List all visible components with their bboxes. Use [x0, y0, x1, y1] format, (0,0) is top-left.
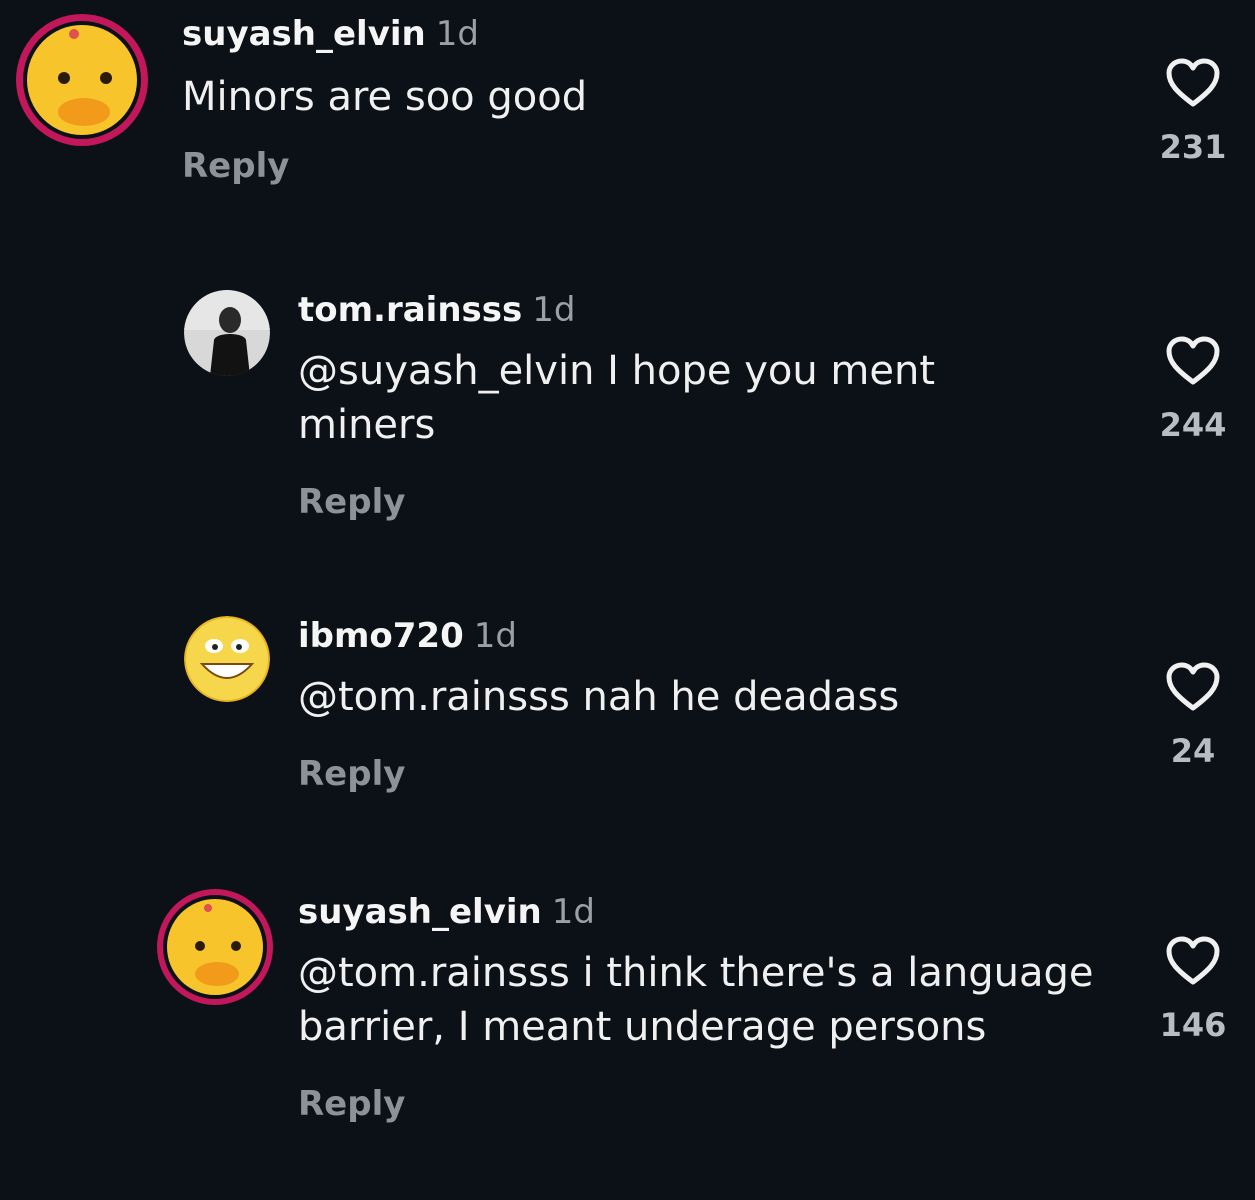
timestamp: 1d	[532, 290, 576, 330]
avatar[interactable]	[184, 616, 270, 702]
timestamp: 1d	[551, 892, 595, 932]
like-area: 231	[1153, 58, 1233, 166]
reply-button[interactable]: Reply	[298, 482, 405, 522]
comment-text: Minors are soo good	[182, 70, 587, 124]
comment-text: @tom.rainsss i think there's a language …	[298, 946, 1098, 1054]
comment-meta: suyash_elvin 1d	[182, 14, 587, 54]
avatar[interactable]	[156, 888, 274, 1006]
like-count: 231	[1159, 128, 1227, 166]
mention-link[interactable]: @tom.rainsss	[298, 950, 570, 996]
like-count: 146	[1159, 1006, 1227, 1044]
comment-meta: ibmo720 1d	[298, 616, 899, 656]
like-count: 24	[1170, 732, 1216, 770]
reply-button[interactable]: Reply	[298, 754, 405, 794]
timestamp: 1d	[473, 616, 517, 656]
grinning-emoji-avatar-icon	[184, 616, 270, 702]
reply-button[interactable]: Reply	[298, 1084, 405, 1124]
mention-link[interactable]: @suyash_elvin	[298, 348, 594, 394]
comment-text: @tom.rainsss nah he deadass	[298, 670, 899, 724]
comment-body: nah he deadass	[569, 674, 900, 720]
heart-outline-icon[interactable]	[1165, 662, 1221, 712]
comment-meta: suyash_elvin 1d	[298, 892, 1098, 932]
comment-text: @suyash_elvin I hope you ment miners	[298, 344, 1018, 452]
username[interactable]: ibmo720	[298, 616, 464, 656]
reply-button[interactable]: Reply	[182, 146, 289, 186]
avatar[interactable]	[14, 12, 150, 148]
duck-avatar-icon	[157, 889, 273, 1005]
heart-outline-icon[interactable]	[1165, 58, 1221, 108]
duck-avatar-icon	[16, 14, 148, 146]
heart-outline-icon[interactable]	[1165, 936, 1221, 986]
mention-link[interactable]: @tom.rainsss	[298, 674, 570, 720]
like-area: 24	[1153, 662, 1233, 770]
heart-outline-icon[interactable]	[1165, 336, 1221, 386]
username[interactable]: suyash_elvin	[182, 14, 426, 54]
like-count: 244	[1159, 406, 1227, 444]
username[interactable]: suyash_elvin	[298, 892, 542, 932]
avatar[interactable]	[184, 290, 270, 376]
like-area: 244	[1153, 336, 1233, 444]
comment-body: Minors are soo good	[182, 74, 588, 120]
person-photo-avatar-icon	[184, 290, 270, 376]
like-area: 146	[1153, 936, 1233, 1044]
comment-meta: tom.rainsss 1d	[298, 290, 1018, 330]
timestamp: 1d	[435, 14, 479, 54]
username[interactable]: tom.rainsss	[298, 290, 522, 330]
